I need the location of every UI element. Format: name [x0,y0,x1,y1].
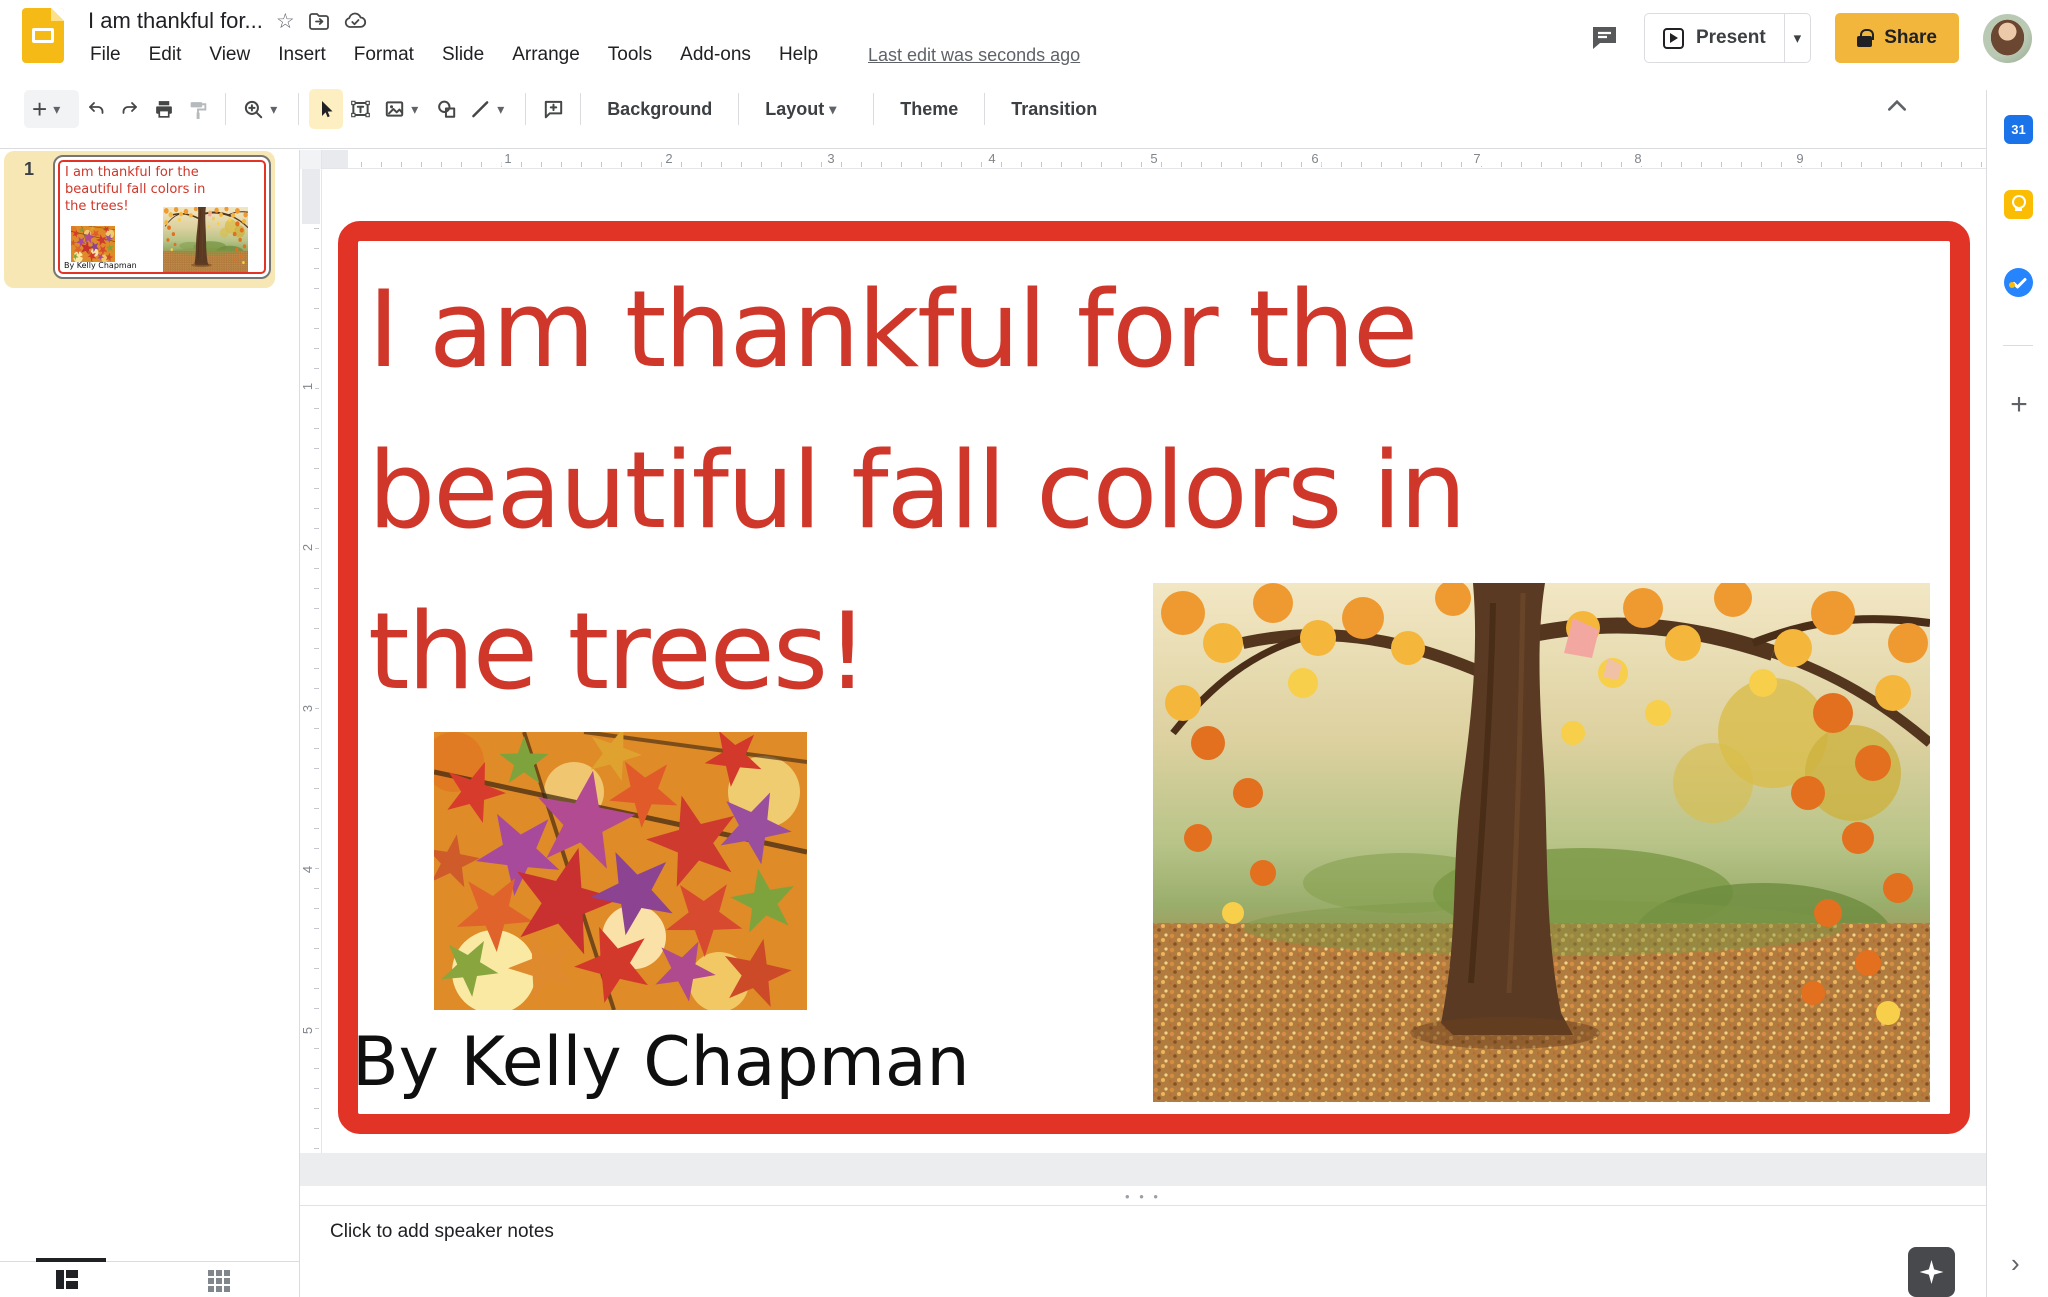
transition-button[interactable]: Transition [995,89,1113,129]
vertical-ruler[interactable]: 1 2 3 4 5 [300,169,322,1153]
thumbnail-tree-image [163,207,248,274]
slide-number: 1 [24,159,34,180]
menu-insert[interactable]: Insert [278,44,326,66]
menu-tools[interactable]: Tools [608,44,652,66]
calendar-icon[interactable]: 31 [2004,115,2033,144]
share-button[interactable]: Share [1835,13,1959,63]
slides-logo[interactable] [22,8,64,63]
slide-filmstrip-panel: 1 I am thankful for the beautiful fall c… [0,150,300,1297]
menu-bar: File Edit View Insert Format Slide Arran… [90,44,1080,66]
filmstrip-view-icon[interactable] [56,1270,78,1289]
google-slides-window: I am thankful for... ☆ File Edit View In… [0,0,2048,1297]
present-dropdown[interactable]: ▾ [1784,14,1811,62]
share-label: Share [1884,27,1937,49]
drag-dots-icon: • • • [1125,1189,1161,1204]
account-avatar[interactable] [1983,14,2032,63]
cloud-saved-icon[interactable] [343,10,367,32]
thumbnail-byline-text: By Kelly Chapman [64,261,137,270]
present-button[interactable]: Present ▾ [1644,13,1811,63]
tasks-icon[interactable] [2004,268,2033,297]
menu-format[interactable]: Format [354,44,414,66]
text-box-tool-button[interactable] [343,89,377,129]
explore-star-icon [1920,1260,1944,1284]
top-bar: I am thankful for... ☆ File Edit View In… [0,0,2048,70]
insert-image-button[interactable] [377,89,411,129]
document-title[interactable]: I am thankful for... [88,8,263,34]
speaker-notes-panel[interactable]: Click to add speaker notes [300,1207,1986,1297]
collapse-toolbar-icon[interactable] [1886,98,1908,117]
calendar-day-label: 31 [2011,122,2025,137]
slide-byline-textbox[interactable]: By Kelly Chapman [352,1023,970,1102]
thumbnail-leaves-image [71,226,115,262]
menu-edit[interactable]: Edit [149,44,182,66]
present-play-icon [1663,28,1684,49]
new-slide-caret-icon[interactable]: ▾ [53,101,71,118]
paint-format-button[interactable] [181,89,215,129]
last-edit-link[interactable]: Last edit was seconds ago [868,45,1080,66]
select-tool-button[interactable] [309,89,343,129]
undo-button[interactable] [79,89,113,129]
filmstrip-view-switcher [0,1261,299,1297]
horizontal-ruler[interactable]: 1 2 3 4 5 6 7 8 9 [300,150,1986,169]
menu-slide[interactable]: Slide [442,44,484,66]
layout-caret-icon: ▾ [829,101,847,118]
speaker-notes-placeholder[interactable]: Click to add speaker notes [330,1221,554,1243]
menu-arrange[interactable]: Arrange [512,44,580,66]
menu-help[interactable]: Help [779,44,818,66]
ruler-scroll-cap [302,169,320,224]
open-comments-icon[interactable] [1589,24,1620,52]
slide-image-autumn-tree[interactable] [1153,583,1930,1102]
lock-icon [1857,36,1872,47]
side-panel-rail: 31 + › [1986,90,2048,1297]
insert-comment-button[interactable] [536,89,570,129]
background-button[interactable]: Background [591,89,728,129]
notes-resize-handle[interactable]: • • • [300,1186,1986,1206]
logo-fold [51,8,64,21]
theme-button[interactable]: Theme [884,89,974,129]
line-caret-icon[interactable]: ▾ [497,101,515,118]
menu-addons[interactable]: Add-ons [680,44,751,66]
ruler-corner [300,150,322,169]
editor-canvas: 1 2 3 4 5 6 7 8 9 1 2 3 4 5 I am thankfu… [300,150,1986,1297]
title-line-2: beautiful fall colors in [368,410,1465,571]
slide-page[interactable]: I am thankful for the beautiful fall col… [322,169,1986,1153]
slide-thumbnail[interactable]: I am thankful for the beautiful fall col… [53,155,271,279]
print-button[interactable] [147,89,181,129]
shape-tool-button[interactable] [429,89,463,129]
ruler-margin-block [322,150,348,168]
layout-label: Layout [765,99,824,120]
image-caret-icon[interactable]: ▾ [411,101,429,118]
get-addons-icon[interactable]: + [2004,388,2034,422]
title-line-1: I am thankful for the [368,249,1465,410]
rail-divider [2003,345,2033,346]
star-icon[interactable]: ☆ [276,11,295,32]
toolbar: + ▾ ▾ ▾ [0,70,1986,149]
zoom-caret-icon[interactable]: ▾ [270,101,288,118]
explore-button[interactable] [1908,1247,1955,1297]
slide-thumbnail-selected[interactable]: 1 I am thankful for the beautiful fall c… [4,151,275,288]
menu-view[interactable]: View [209,44,250,66]
plus-icon: + [32,96,47,122]
menu-file[interactable]: File [90,44,121,66]
canvas-background-gap [300,1153,1986,1186]
redo-button[interactable] [113,89,147,129]
zoom-button[interactable] [236,89,270,129]
logo-slide-shape [32,28,54,43]
layout-button[interactable]: Layout ▾ [749,89,863,129]
slide-image-fall-leaves[interactable] [434,732,807,1010]
hide-side-panel-icon[interactable]: › [2011,1248,2020,1279]
active-view-indicator [36,1258,106,1262]
keep-icon[interactable] [2004,190,2033,219]
thumbnail-slide-preview: I am thankful for the beautiful fall col… [58,160,266,274]
present-label: Present [1696,27,1766,49]
line-tool-button[interactable] [463,89,497,129]
new-slide-button[interactable]: + ▾ [24,90,79,128]
move-to-folder-icon[interactable] [308,10,330,32]
grid-view-icon[interactable] [208,1270,230,1292]
